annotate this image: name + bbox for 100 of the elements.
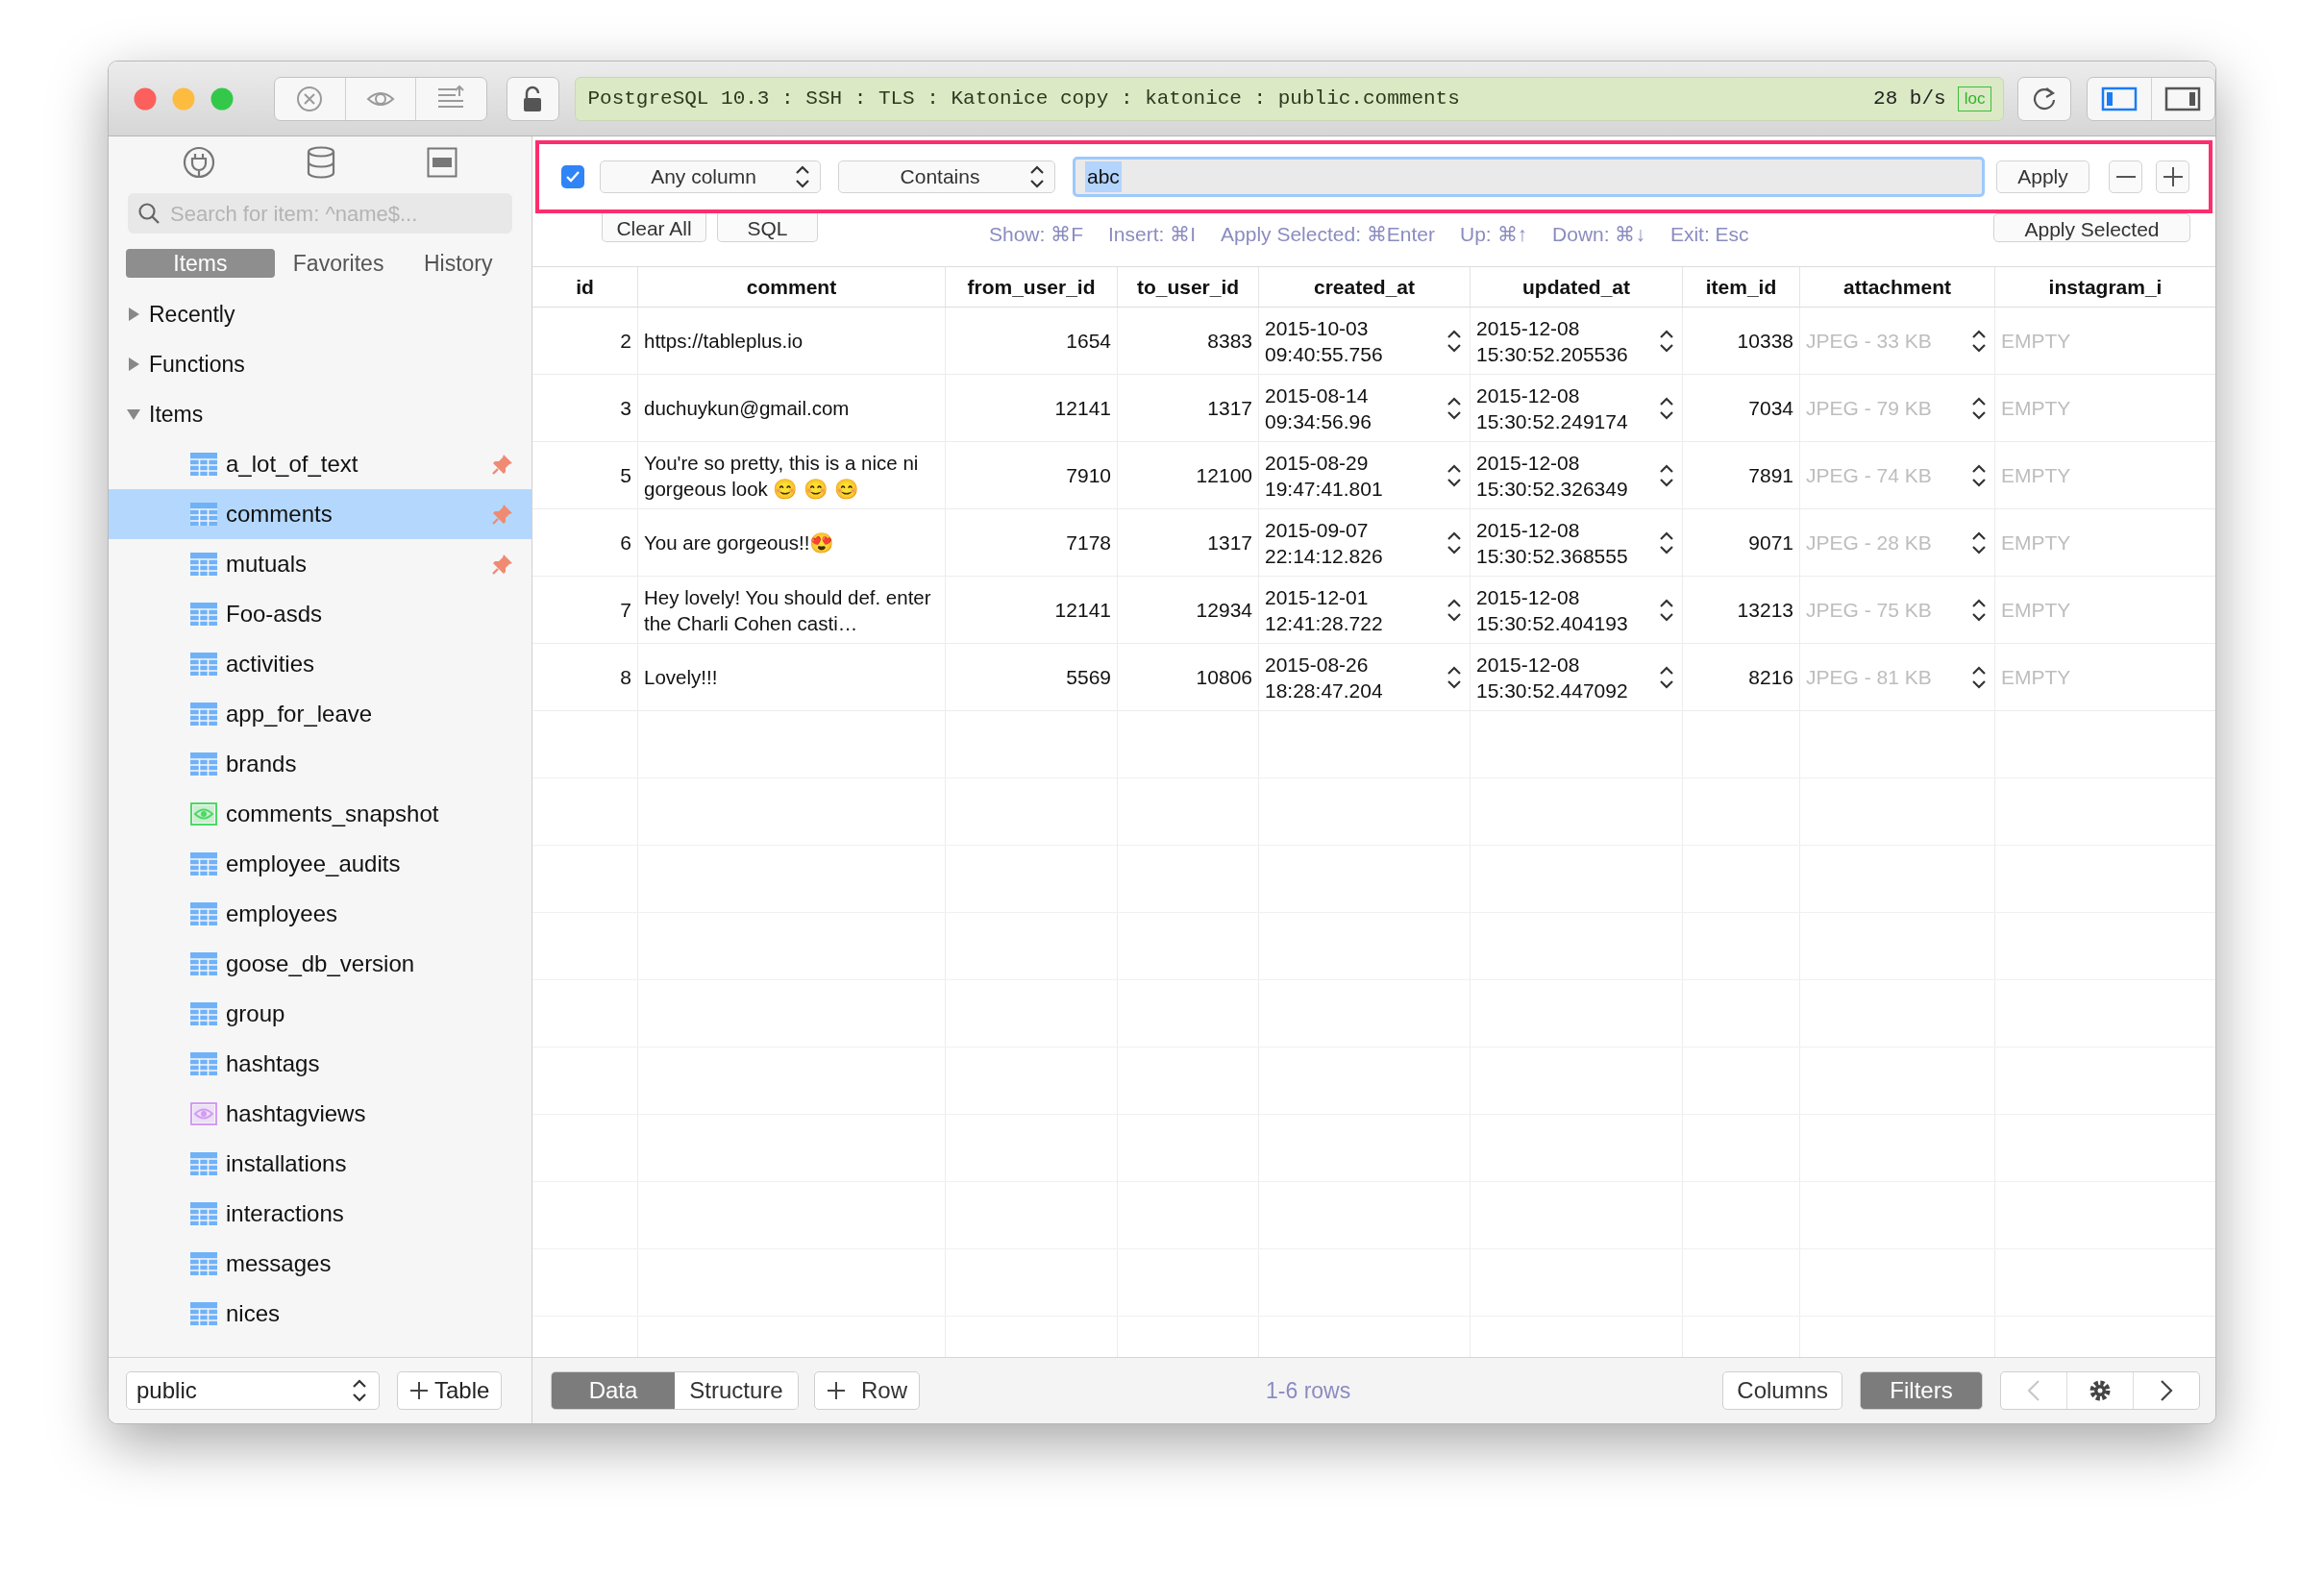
sidebar-tab[interactable]: Favorites <box>282 249 395 278</box>
section-label[interactable]: Items <box>149 397 204 431</box>
sidebar-item[interactable]: activities <box>109 639 532 689</box>
sidebar-item[interactable]: hashtags <box>109 1039 532 1089</box>
column-header[interactable]: to_user_id <box>1136 271 1240 303</box>
remove-filter-button[interactable] <box>2109 160 2142 193</box>
sidebar-item[interactable]: a_lot_of_text <box>109 439 532 489</box>
table-icon <box>190 752 217 776</box>
column-header[interactable]: id <box>576 271 594 303</box>
sidebar-item[interactable]: group <box>109 989 532 1039</box>
column-header[interactable]: updated_at <box>1522 271 1630 303</box>
table-cell-text: 2 <box>620 328 631 354</box>
columns-button[interactable]: Columns <box>1722 1371 1842 1410</box>
table-cell-text: 2015-12-01 12:41:28.722 <box>1265 584 1384 636</box>
filter-checkbox[interactable] <box>561 165 584 188</box>
table-cell-text: 6 <box>620 530 631 555</box>
column-header[interactable]: comment <box>746 271 837 303</box>
sidebar-item[interactable]: app_for_leave <box>109 689 532 739</box>
database-button[interactable] <box>307 146 335 179</box>
operator-select[interactable]: Contains <box>838 160 1055 193</box>
collapsed-arrow-icon[interactable] <box>126 307 141 322</box>
table-icon <box>190 1052 217 1075</box>
table-cell-text: 12141 <box>1054 395 1111 421</box>
column-header[interactable]: item_id <box>1705 271 1777 303</box>
table-icon <box>190 553 217 576</box>
checkmark-icon <box>565 169 581 185</box>
sidebar-item[interactable]: Foo-asds <box>109 589 532 639</box>
shortcut-hint: Exit: Esc <box>1669 222 1749 247</box>
connection-button[interactable] <box>183 146 216 179</box>
table-cell-text: 5569 <box>1066 664 1111 690</box>
table-cell-text: 2015-08-14 09:34:56.96 <box>1265 382 1372 434</box>
table-icon <box>190 1302 217 1325</box>
table-icon <box>190 503 217 526</box>
table-icon <box>190 852 217 875</box>
table-cell-text: 8216 <box>1748 664 1793 690</box>
add-filter-button[interactable] <box>2156 160 2189 193</box>
apply-button[interactable]: Apply <box>1996 160 2089 193</box>
table-cell-text: 2015-10-03 09:40:55.756 <box>1265 315 1384 367</box>
view-tab[interactable]: Data <box>552 1372 675 1409</box>
table-cell-text: https://tableplus.io <box>644 329 804 354</box>
table-cell-text: JPEG - 74 KB <box>1806 462 1933 488</box>
refresh-button[interactable] <box>2017 76 2072 121</box>
filter-value-field[interactable]: abc <box>1073 157 1985 197</box>
clear-all-button[interactable]: Clear All <box>602 213 706 242</box>
table-cell-text: JPEG - 28 KB <box>1806 530 1933 555</box>
sidebar-item[interactable]: interactions <box>109 1189 532 1239</box>
sidebar-item[interactable]: messages <box>109 1239 532 1289</box>
table-cell-text: EMPTY <box>2001 462 2071 488</box>
table-icon <box>190 1002 217 1025</box>
table-cell-text: EMPTY <box>2001 328 2071 354</box>
column-select[interactable]: Any column <box>600 160 821 193</box>
section-label[interactable]: Functions <box>149 347 245 382</box>
table-cell-text: 1317 <box>1207 395 1252 421</box>
apply-selected-button[interactable]: Apply Selected <box>1993 213 2190 242</box>
table-icon <box>190 1252 217 1275</box>
table-cell-text: Hey lovely! You should def. enter the Charli Cohen casti… <box>644 584 932 636</box>
sql-button[interactable]: SQL <box>717 213 818 242</box>
sidebar-tab[interactable]: History <box>402 249 514 278</box>
sidebar-item[interactable]: hashtagviews <box>109 1089 532 1139</box>
column-header[interactable]: instagram_i <box>2048 271 2163 303</box>
settings-button[interactable] <box>2066 1372 2134 1409</box>
shortcut-hint: Up: ⌘↑ <box>1460 222 1528 247</box>
filters-button[interactable]: Filters <box>1860 1371 1983 1410</box>
sidebar-item[interactable]: mutuals <box>109 539 532 589</box>
column-header[interactable]: attachment <box>1843 271 1951 303</box>
table-cell-text: 7178 <box>1066 530 1111 555</box>
sidebar-item[interactable]: comments <box>109 489 532 539</box>
location-badge: loc <box>1957 86 1992 111</box>
lock-button[interactable] <box>506 76 560 121</box>
table-cell-text: 7034 <box>1748 395 1793 421</box>
shortcut-hint: Insert: ⌘I <box>1108 222 1197 247</box>
table-cell-text: 13213 <box>1737 597 1793 623</box>
row-count: 1-6 rows <box>1266 1376 1351 1405</box>
collapsed-arrow-icon[interactable] <box>126 357 141 372</box>
transfer-speed: 28 b/s <box>1873 86 1946 111</box>
sidebar-item[interactable]: employee_audits <box>109 839 532 889</box>
column-header[interactable]: from_user_id <box>967 271 1096 303</box>
add-row-button[interactable]: Row <box>814 1371 920 1410</box>
schema-select[interactable]: public <box>126 1371 380 1410</box>
table-cell-text: 2015-08-26 18:28:47.204 <box>1265 652 1384 703</box>
sidebar-item[interactable]: employees <box>109 889 532 939</box>
view-tab[interactable]: Structure <box>675 1372 798 1409</box>
updown-arrow-icon <box>350 1377 369 1404</box>
table-cell-text: duchuykun@gmail.com <box>644 396 850 421</box>
add-table-button[interactable]: Table <box>397 1371 503 1410</box>
sidebar-item[interactable]: goose_db_version <box>109 939 532 989</box>
expanded-arrow-icon[interactable] <box>126 407 141 422</box>
table-icon <box>190 1152 217 1175</box>
plug-icon <box>183 146 216 179</box>
sidebar-item[interactable]: comments_snapshot <box>109 789 532 839</box>
table-cell-text: JPEG - 75 KB <box>1806 597 1933 623</box>
table-cell-text: 7891 <box>1748 462 1793 488</box>
column-header[interactable]: created_at <box>1313 271 1416 303</box>
chevron-left-icon <box>2027 1379 2040 1402</box>
table-cell-text: EMPTY <box>2001 530 2071 555</box>
sidebar-item[interactable]: installations <box>109 1139 532 1189</box>
sidebar-item[interactable]: nices <box>109 1289 532 1339</box>
sidebar-item[interactable]: brands <box>109 739 532 789</box>
section-label[interactable]: Recently <box>149 297 235 332</box>
table-cell-text: You are gorgeous!!😍 <box>644 530 835 555</box>
